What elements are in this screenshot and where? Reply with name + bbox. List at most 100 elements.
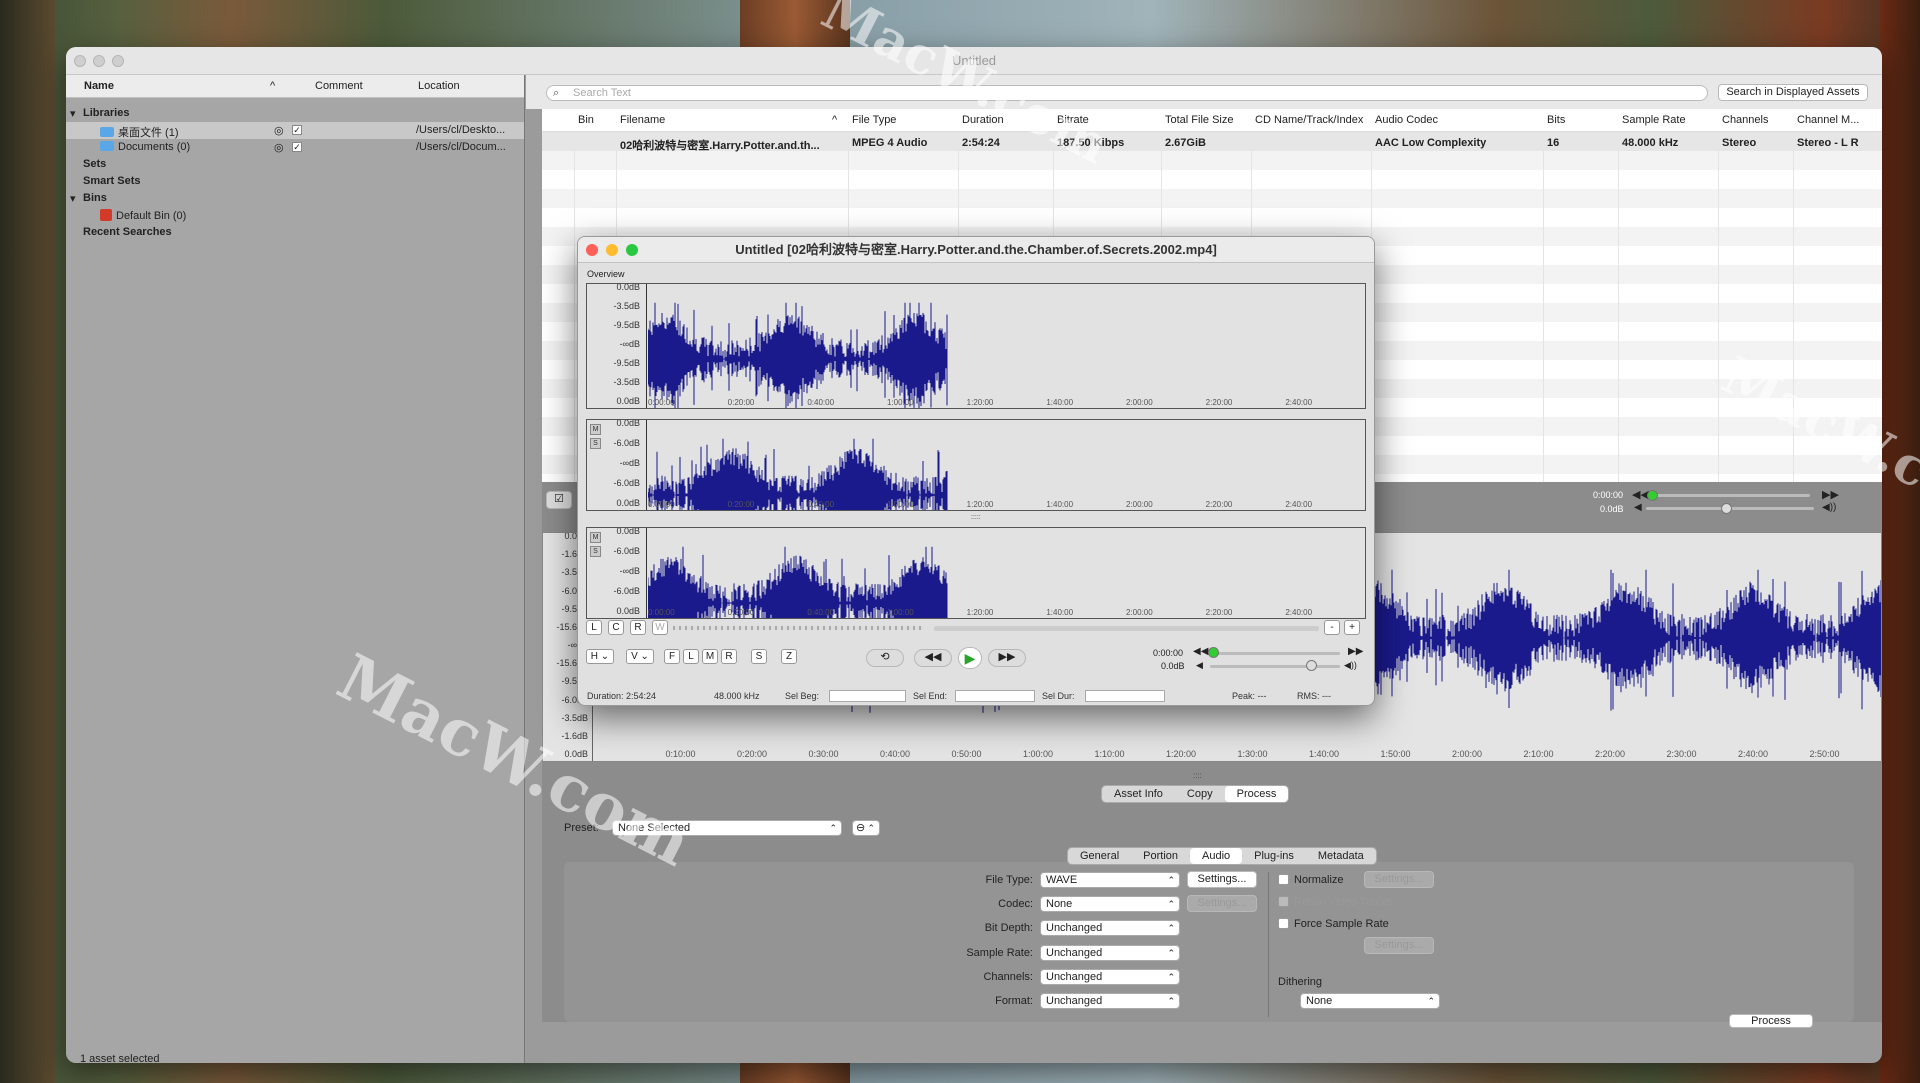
preset-options-button[interactable]: ⊖ xyxy=(852,820,880,836)
fast-forward-icon[interactable]: ▶▶ xyxy=(988,649,1026,667)
zoom-out-button[interactable]: - xyxy=(1324,620,1340,635)
close-button[interactable] xyxy=(586,244,598,256)
force-sample-rate-checkbox[interactable] xyxy=(1278,918,1289,929)
sidebar-item-libraries[interactable]: ▾ Libraries xyxy=(66,105,524,122)
sort-icon[interactable]: ^ xyxy=(270,80,275,92)
forward-end-icon[interactable]: ▶▶ xyxy=(1348,646,1363,657)
column-bits[interactable]: Bits xyxy=(1547,114,1565,126)
tab-audio[interactable]: Audio xyxy=(1190,848,1243,864)
position-slider[interactable] xyxy=(1210,652,1340,655)
checkbox[interactable]: ✓ xyxy=(292,142,302,152)
position-slider[interactable] xyxy=(1650,494,1810,497)
channels-select[interactable]: Unchanged xyxy=(1040,969,1180,985)
retain-video-checkbox[interactable] xyxy=(1278,896,1289,907)
column-file-type[interactable]: File Type xyxy=(852,114,896,126)
position-knob[interactable] xyxy=(1208,647,1219,658)
tab-asset-info[interactable]: Asset Info xyxy=(1102,786,1175,802)
file-type-settings-button[interactable]: Settings... xyxy=(1187,871,1257,888)
preset-select[interactable]: None Selected xyxy=(612,820,842,836)
left-channel-button[interactable]: L xyxy=(586,620,602,635)
sidebar-item-sets[interactable]: Sets xyxy=(66,156,524,173)
mute-button[interactable]: M xyxy=(590,424,601,435)
resize-handle[interactable]: :::: xyxy=(1193,771,1202,780)
table-row[interactable]: 02哈利波特与密室.Harry.Potter.and.th... MPEG 4 … xyxy=(542,132,1882,152)
process-button[interactable]: Process xyxy=(1729,1014,1813,1028)
dithering-select[interactable]: None xyxy=(1300,993,1440,1009)
codec-select[interactable]: None xyxy=(1040,896,1180,912)
tab-copy[interactable]: Copy xyxy=(1175,786,1225,802)
sel-dur-field[interactable] xyxy=(1085,690,1165,702)
center-channel-button[interactable]: C xyxy=(608,620,624,635)
mute-button[interactable]: M xyxy=(590,532,601,543)
sample-rate-settings-button[interactable]: Settings... xyxy=(1364,937,1434,954)
sidebar-item-default-bin[interactable]: Default Bin (0) xyxy=(66,207,524,224)
bit-depth-select[interactable]: Unchanged xyxy=(1040,920,1180,936)
column-sample-rate[interactable]: Sample Rate xyxy=(1622,114,1686,126)
loop-icon[interactable]: ⟲ xyxy=(866,649,904,667)
r-button[interactable]: R xyxy=(721,649,737,664)
sidebar-item-recent-searches[interactable]: Recent Searches xyxy=(66,224,524,241)
z-button[interactable]: Z xyxy=(781,649,797,664)
volume-knob[interactable] xyxy=(1306,660,1317,671)
h-zoom-select[interactable]: H ⌄ xyxy=(586,649,614,664)
column-bin[interactable]: Bin xyxy=(578,114,594,126)
volume-slider[interactable] xyxy=(1210,665,1340,668)
sel-end-field[interactable] xyxy=(955,690,1035,702)
right-channel-button[interactable]: R xyxy=(630,620,646,635)
rewind-icon[interactable]: ◀◀ xyxy=(914,649,952,667)
normalize-checkbox[interactable] xyxy=(1278,874,1289,885)
minimize-button[interactable] xyxy=(606,244,618,256)
sidebar-item-documents[interactable]: Documents (0) ◎ ✓/Users/cl/Docum... xyxy=(66,139,524,156)
sidebar-item-smart-sets[interactable]: Smart Sets xyxy=(66,173,524,190)
sel-beg-field[interactable] xyxy=(829,690,906,702)
column-duration[interactable]: Duration xyxy=(962,114,1004,126)
checkmark-button[interactable]: ☑ xyxy=(546,491,572,509)
column-bitrate[interactable]: Bitrate xyxy=(1057,114,1089,126)
m-button[interactable]: M xyxy=(702,649,718,664)
solo-button[interactable]: S xyxy=(590,438,601,449)
column-audio-codec[interactable]: Audio Codec xyxy=(1375,114,1438,126)
tab-portion[interactable]: Portion xyxy=(1131,848,1190,864)
tab-metadata[interactable]: Metadata xyxy=(1306,848,1376,864)
rewind-start-icon[interactable]: ◀◀ xyxy=(1193,646,1208,657)
column-channels[interactable]: Channels xyxy=(1722,114,1768,126)
volume-knob[interactable] xyxy=(1721,503,1732,514)
tab-process[interactable]: Process xyxy=(1224,786,1289,802)
column-channel-mode[interactable]: Channel M... xyxy=(1797,114,1879,126)
tab-general[interactable]: General xyxy=(1068,848,1131,864)
sort-icon[interactable]: ^ xyxy=(832,114,837,126)
play-icon[interactable]: ▶ xyxy=(958,647,982,669)
column-total-file-size[interactable]: Total File Size xyxy=(1165,114,1233,126)
codec-settings-button[interactable]: Settings... xyxy=(1187,895,1257,912)
v-zoom-select[interactable]: V ⌄ xyxy=(626,649,654,664)
sidebar-item-desktop[interactable]: 桌面文件 (1) ◎ ✓/Users/cl/Deskto... xyxy=(66,122,524,139)
comment-column-header[interactable]: Comment xyxy=(315,80,363,92)
location-column-header[interactable]: Location xyxy=(418,80,460,92)
solo-button[interactable]: S xyxy=(590,546,601,557)
tab-plug-ins[interactable]: Plug-ins xyxy=(1242,848,1306,864)
split-handle[interactable]: ::::: xyxy=(971,514,981,521)
info-icon[interactable]: ◎ xyxy=(274,124,284,137)
column-filename[interactable]: Filename xyxy=(620,114,665,126)
disclosure-icon[interactable]: ▾ xyxy=(70,192,76,205)
zoom-button[interactable] xyxy=(626,244,638,256)
search-input[interactable]: ⌕ Search Text xyxy=(546,85,1708,101)
column-cd-name[interactable]: CD Name/Track/Index xyxy=(1255,114,1363,126)
horizontal-scrollbar[interactable] xyxy=(934,626,1319,631)
search-displayed-button[interactable]: Search in Displayed Assets xyxy=(1718,84,1868,101)
sample-rate-select[interactable]: Unchanged xyxy=(1040,945,1180,961)
right-channel-waveform[interactable]: M S 0.0dB -6.0dB -∞dB -6.0dB 0.0dB 0:00:00 0:20… xyxy=(586,527,1366,619)
l-button[interactable]: L xyxy=(683,649,699,664)
info-icon[interactable]: ◎ xyxy=(274,141,284,154)
checkbox[interactable]: ✓ xyxy=(292,125,302,135)
file-type-select[interactable]: WAVE xyxy=(1040,872,1180,888)
disclosure-icon[interactable]: ▾ xyxy=(70,107,76,120)
s-button[interactable]: S xyxy=(751,649,767,664)
left-channel-waveform[interactable]: M S 0.0dB -6.0dB -∞dB -6.0dB 0.0dB 0:00:00 0:20… xyxy=(586,419,1366,511)
normalize-settings-button[interactable]: Settings... xyxy=(1364,871,1434,888)
zoom-in-button[interactable]: + xyxy=(1344,620,1360,635)
name-column-header[interactable]: Name xyxy=(84,80,114,92)
overview-waveform[interactable]: 0.0dB -3.5dB -9.5dB -∞dB -9.5dB -3.5dB 0.0dB 0… xyxy=(586,283,1366,409)
position-knob[interactable] xyxy=(1647,490,1658,501)
fit-button[interactable]: F xyxy=(664,649,680,664)
